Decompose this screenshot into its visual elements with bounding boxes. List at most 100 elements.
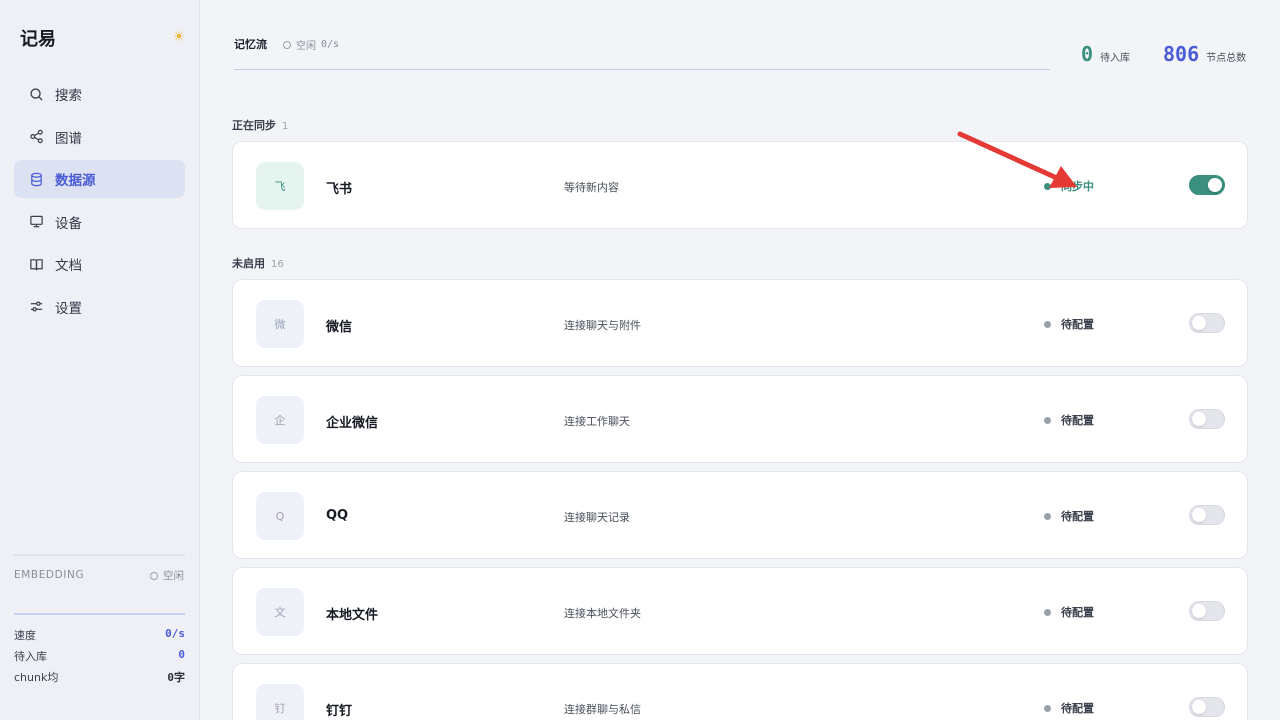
status-dot <box>1044 512 1051 520</box>
source-toggle[interactable] <box>1189 409 1225 429</box>
source-desc: 连接本地文件夹 <box>564 607 641 620</box>
source-status-text: 待配置 <box>1061 606 1094 619</box>
idle-ring-icon <box>150 571 158 580</box>
source-avatar-text: 钉 <box>274 701 286 715</box>
toggle-knob <box>1192 508 1206 522</box>
section-title-text: 未启用 <box>232 257 265 270</box>
source-card-qq[interactable]: Q QQ 连接聊天记录 待配置 <box>232 471 1248 559</box>
sidebar-item-graph[interactable]: 图谱 <box>14 118 185 156</box>
sliders-icon <box>29 299 44 314</box>
source-desc: 连接群聊与私信 <box>564 703 641 716</box>
source-name: 飞书 <box>326 182 353 197</box>
embedding-label: EMBEDDING <box>14 569 85 581</box>
sidebar-item-label: 数据源 <box>55 173 96 189</box>
header-underline <box>234 69 1050 70</box>
section-disabled-title: 未启用 16 <box>232 255 284 271</box>
source-avatar: 企 <box>256 396 304 444</box>
source-name: 企业微信 <box>326 416 379 431</box>
sidebar-nav: 搜索 图谱 数据源 设备 文档 设置 <box>14 75 185 330</box>
source-toggle[interactable] <box>1189 313 1225 333</box>
source-desc: 连接工作聊天 <box>564 415 630 428</box>
source-name: 本地文件 <box>326 608 379 623</box>
source-toggle[interactable] <box>1189 175 1225 195</box>
source-avatar: 文 <box>256 588 304 636</box>
stat-value: 0/s <box>165 627 185 640</box>
sidebar-item-label: 设置 <box>55 300 82 317</box>
stat-pending: 待入库 0 <box>14 648 185 664</box>
source-avatar: 钉 <box>256 684 304 720</box>
toggle-knob <box>1192 412 1206 426</box>
section-syncing-title: 正在同步 1 <box>232 117 288 133</box>
toggle-knob <box>1192 604 1206 618</box>
source-toggle[interactable] <box>1189 601 1225 621</box>
header-rate: 0/s <box>321 39 340 50</box>
divider <box>14 554 185 556</box>
source-avatar: 微 <box>256 300 304 348</box>
sidebar-item-settings[interactable]: 设置 <box>14 288 185 326</box>
header-status: 空闲 0/s <box>283 37 339 52</box>
counter-label: 待入库 <box>1100 53 1131 64</box>
sidebar-item-devices[interactable]: 设备 <box>14 203 185 241</box>
sidebar-item-search[interactable]: 搜索 <box>14 75 185 113</box>
source-card-wecom[interactable]: 企 企业微信 连接工作聊天 待配置 <box>232 375 1248 463</box>
idle-ring-icon <box>283 40 291 49</box>
stat-value: 0 <box>178 648 185 661</box>
source-status-text: 待配置 <box>1061 318 1094 331</box>
toggle-knob <box>1192 700 1206 714</box>
toggle-knob <box>1192 316 1206 330</box>
source-name: QQ <box>326 508 349 523</box>
source-desc: 连接聊天记录 <box>564 511 630 524</box>
share-graph-icon <box>29 129 44 144</box>
red-arrow-icon <box>957 131 1077 188</box>
section-count: 1 <box>282 121 289 132</box>
source-name: 钉钉 <box>326 704 353 719</box>
source-status: 待配置 <box>1044 316 1094 332</box>
header-status-text: 空闲 <box>296 41 316 52</box>
book-icon <box>29 257 44 272</box>
sidebar-item-docs[interactable]: 文档 <box>14 245 185 283</box>
source-status-text: 待配置 <box>1061 414 1094 427</box>
source-toggle[interactable] <box>1189 505 1225 525</box>
embedding-status-text: 空闲 <box>163 570 184 582</box>
counter-pending: 0 待入库 <box>1081 42 1130 66</box>
source-card-local-files[interactable]: 文 本地文件 连接本地文件夹 待配置 <box>232 567 1248 655</box>
app-title: 记易 <box>20 29 56 50</box>
source-card-feishu[interactable]: 飞 飞书 等待新内容 同步中 <box>232 141 1248 229</box>
database-icon <box>29 172 44 187</box>
source-card-dingtalk[interactable]: 钉 钉钉 连接群聊与私信 待配置 <box>232 663 1248 720</box>
sidebar: 记易 搜索 图谱 数据源 设备 文档 设置 EMBEDDING 空闲 速度 0/… <box>0 0 200 720</box>
sidebar-item-datasource[interactable]: 数据源 <box>14 160 185 198</box>
search-icon <box>29 87 44 102</box>
status-dot <box>1044 320 1051 328</box>
source-toggle[interactable] <box>1189 697 1225 717</box>
counter-nodes: 806 节点总数 <box>1163 42 1246 66</box>
source-avatar: 飞 <box>256 162 304 210</box>
source-desc: 连接聊天与附件 <box>564 319 641 332</box>
source-card-wechat[interactable]: 微 微信 连接聊天与附件 待配置 <box>232 279 1248 367</box>
monitor-icon <box>29 214 44 229</box>
source-name: 微信 <box>326 320 353 335</box>
source-status: 待配置 <box>1044 412 1094 428</box>
source-status: 待配置 <box>1044 604 1094 620</box>
sidebar-item-label: 设备 <box>55 215 82 232</box>
source-avatar: Q <box>256 492 304 540</box>
stat-label: 待入库 <box>14 650 47 663</box>
embedding-status: 空闲 <box>150 568 184 583</box>
source-status-text: 待配置 <box>1061 510 1094 523</box>
toggle-knob <box>1208 178 1222 192</box>
sidebar-item-label: 图谱 <box>55 130 82 147</box>
section-count: 16 <box>271 259 284 270</box>
stat-label: 速度 <box>14 629 36 642</box>
tab-memory-stream[interactable]: 记忆流 <box>234 36 267 52</box>
stat-label: chunk均 <box>14 671 59 684</box>
counter-value: 0 <box>1081 42 1094 66</box>
sun-icon[interactable] <box>174 31 184 41</box>
status-dot <box>1044 416 1051 424</box>
counter-label: 节点总数 <box>1206 53 1247 64</box>
divider <box>14 613 185 615</box>
stat-value: 0字 <box>167 671 185 684</box>
stat-speed: 速度 0/s <box>14 627 185 643</box>
status-dot <box>1044 608 1051 616</box>
source-status: 待配置 <box>1044 700 1094 716</box>
source-desc: 等待新内容 <box>564 181 619 194</box>
